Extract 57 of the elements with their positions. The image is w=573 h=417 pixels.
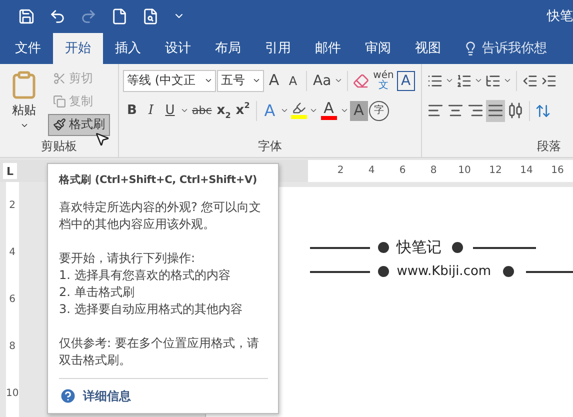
tell-me-field[interactable]: 告诉我你想 — [482, 39, 547, 58]
ruler-number: 4 — [367, 164, 376, 178]
more-info-link[interactable]: 详细信息 — [83, 388, 131, 404]
ruler-number: 8 — [429, 164, 438, 178]
ribbon-tab[interactable]: 审阅 — [353, 32, 403, 64]
painter-button[interactable]: 格式刷 — [48, 114, 110, 136]
ribbon-tab[interactable]: 引用 — [253, 32, 303, 64]
group-label: 剪贴板 — [41, 138, 77, 155]
ruler-number: 6 — [8, 293, 17, 307]
enclose-character-button[interactable]: 字 — [368, 100, 389, 121]
text-effects-button[interactable]: A — [260, 100, 279, 121]
tooltip-step: 2. 单击格式刷 — [59, 284, 268, 301]
shrink-font-button[interactable]: A — [284, 70, 302, 91]
tooltip-text: 喜欢特定所选内容的外观? 您可以向文档中的其他内容应用该外观。 — [59, 199, 262, 233]
ruler-number: 12 — [488, 164, 503, 178]
document-text: 快笔记 — [396, 238, 442, 257]
ruler-number: 6 — [398, 164, 407, 178]
ruler-number: 8 — [8, 340, 17, 354]
paste-button[interactable]: 粘贴 — [4, 68, 44, 137]
tooltip-step: 1. 选择具有您喜欢的格式的内容 — [59, 267, 268, 284]
group-label: 字体 — [258, 138, 282, 155]
ribbon-tab[interactable]: 文件 — [3, 32, 53, 64]
tooltip-text: 要开始，请执行下列操作: — [59, 250, 196, 267]
italic-button[interactable]: I — [142, 100, 160, 121]
phonetic-guide-button[interactable]: wén 文 — [371, 70, 396, 91]
ruler-number: 10 — [6, 387, 19, 401]
ribbon-tab[interactable]: 设计 — [153, 32, 203, 64]
ribbon-tab[interactable]: 邮件 — [303, 32, 353, 64]
ribbon-tab[interactable]: 插入 — [103, 32, 153, 64]
change-case-button[interactable]: Aa — [311, 70, 334, 91]
font-color-button[interactable]: A — [318, 100, 339, 121]
ruler-number: 2 — [8, 199, 17, 213]
underline-button[interactable]: U — [161, 100, 179, 121]
ruler-number: 10 — [457, 164, 472, 178]
tooltip-title: 格式刷 (Ctrl+Shift+C, Ctrl+Shift+V) — [59, 173, 258, 188]
ribbon-tab[interactable]: 布局 — [203, 32, 253, 64]
ruler-number: 4 — [8, 246, 17, 260]
ruler-number: 14 — [519, 164, 534, 178]
ribbon-tab[interactable]: 开始 — [53, 32, 103, 64]
window-title: 快笔 — [547, 8, 573, 26]
ruler-number: 2 — [336, 164, 345, 178]
strikethrough-button[interactable]: abc — [190, 100, 214, 121]
ribbon-tab[interactable]: 视图 — [403, 32, 453, 64]
tooltip-step: 3. 选择要自动应用格式的其他内容 — [59, 301, 268, 318]
group-label: 段落 — [537, 138, 561, 155]
character-shading-button[interactable]: A — [350, 100, 368, 121]
font-size-select[interactable]: 五号 — [217, 70, 264, 92]
bold-button[interactable]: B — [123, 100, 141, 121]
ruler-number: 16 — [550, 164, 565, 178]
grow-font-button[interactable]: A — [265, 70, 283, 91]
tooltip-text: 仅供参考: 要在多个位置应用格式，请双击格式刷。 — [59, 335, 260, 369]
superscript-button[interactable]: x$^{2}$ — [234, 100, 252, 121]
tab-stop-selector[interactable]: L — [3, 163, 17, 179]
document-text: www.Kbiji.com — [396, 264, 492, 279]
subscript-button[interactable]: x$_{2}$ — [214, 100, 233, 121]
font-name-select[interactable]: 等线 (中文正 — [123, 70, 216, 92]
character-border-button[interactable]: A — [396, 70, 415, 91]
